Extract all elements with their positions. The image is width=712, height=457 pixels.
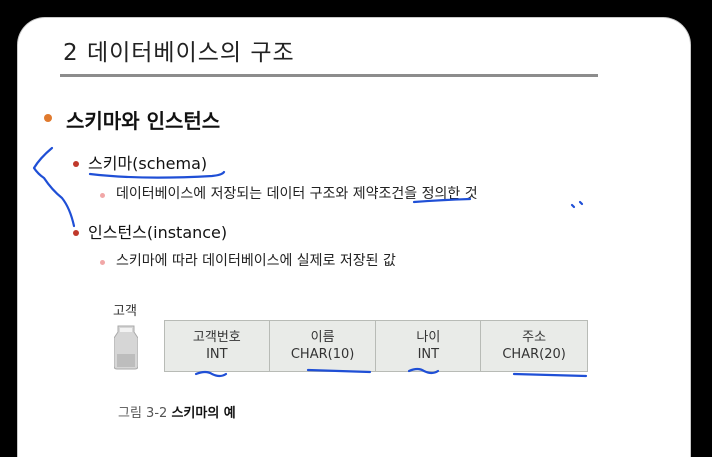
- column-name: 이름: [310, 330, 335, 345]
- table-name-label: 고객: [113, 304, 137, 319]
- column-type: INT: [417, 347, 440, 362]
- column-type: INT: [206, 347, 228, 362]
- bullet-icon: [100, 260, 105, 265]
- item-schema-label: 스키마(schema): [88, 154, 208, 173]
- schema-column: 고객번호 INT: [164, 320, 270, 372]
- item-schema-description: 데이터베이스에 저장되는 데이터 구조와 제약조건을 정의한 것: [116, 186, 478, 202]
- column-name: 고객번호: [192, 330, 241, 345]
- bullet-icon: [73, 161, 79, 167]
- bullet-icon: [44, 114, 52, 122]
- column-type: CHAR(10): [290, 347, 355, 362]
- schema-table: 고객번호 INT 이름 CHAR(10) 나이 INT 주소 CHAR(20): [164, 320, 588, 372]
- bullet-icon: [100, 193, 105, 198]
- slide-title: 2 데이터베이스의 구조: [63, 40, 295, 66]
- column-name: 주소: [522, 330, 547, 345]
- bullet-icon: [73, 230, 79, 236]
- section-heading: 스키마와 인스턴스: [66, 109, 221, 133]
- column-name: 나이: [416, 330, 441, 345]
- figure-title: 스키마의 예: [171, 406, 236, 421]
- figure-number: 그림 3-2: [118, 406, 168, 421]
- item-instance-label: 인스턴스(instance): [88, 223, 228, 242]
- database-icon: [114, 325, 138, 370]
- item-instance-description: 스키마에 따라 데이터베이스에 실제로 저장된 값: [116, 253, 396, 269]
- slide: 2 데이터베이스의 구조 스키마와 인스턴스 스키마(schema) 데이터베이…: [17, 17, 691, 457]
- schema-column: 이름 CHAR(10): [268, 320, 377, 372]
- title-divider: [60, 74, 598, 77]
- figure-caption: 그림 3-2 스키마의 예: [118, 402, 236, 421]
- schema-column: 나이 INT: [375, 320, 482, 372]
- schema-column: 주소 CHAR(20): [480, 320, 588, 372]
- column-type: CHAR(20): [502, 347, 566, 362]
